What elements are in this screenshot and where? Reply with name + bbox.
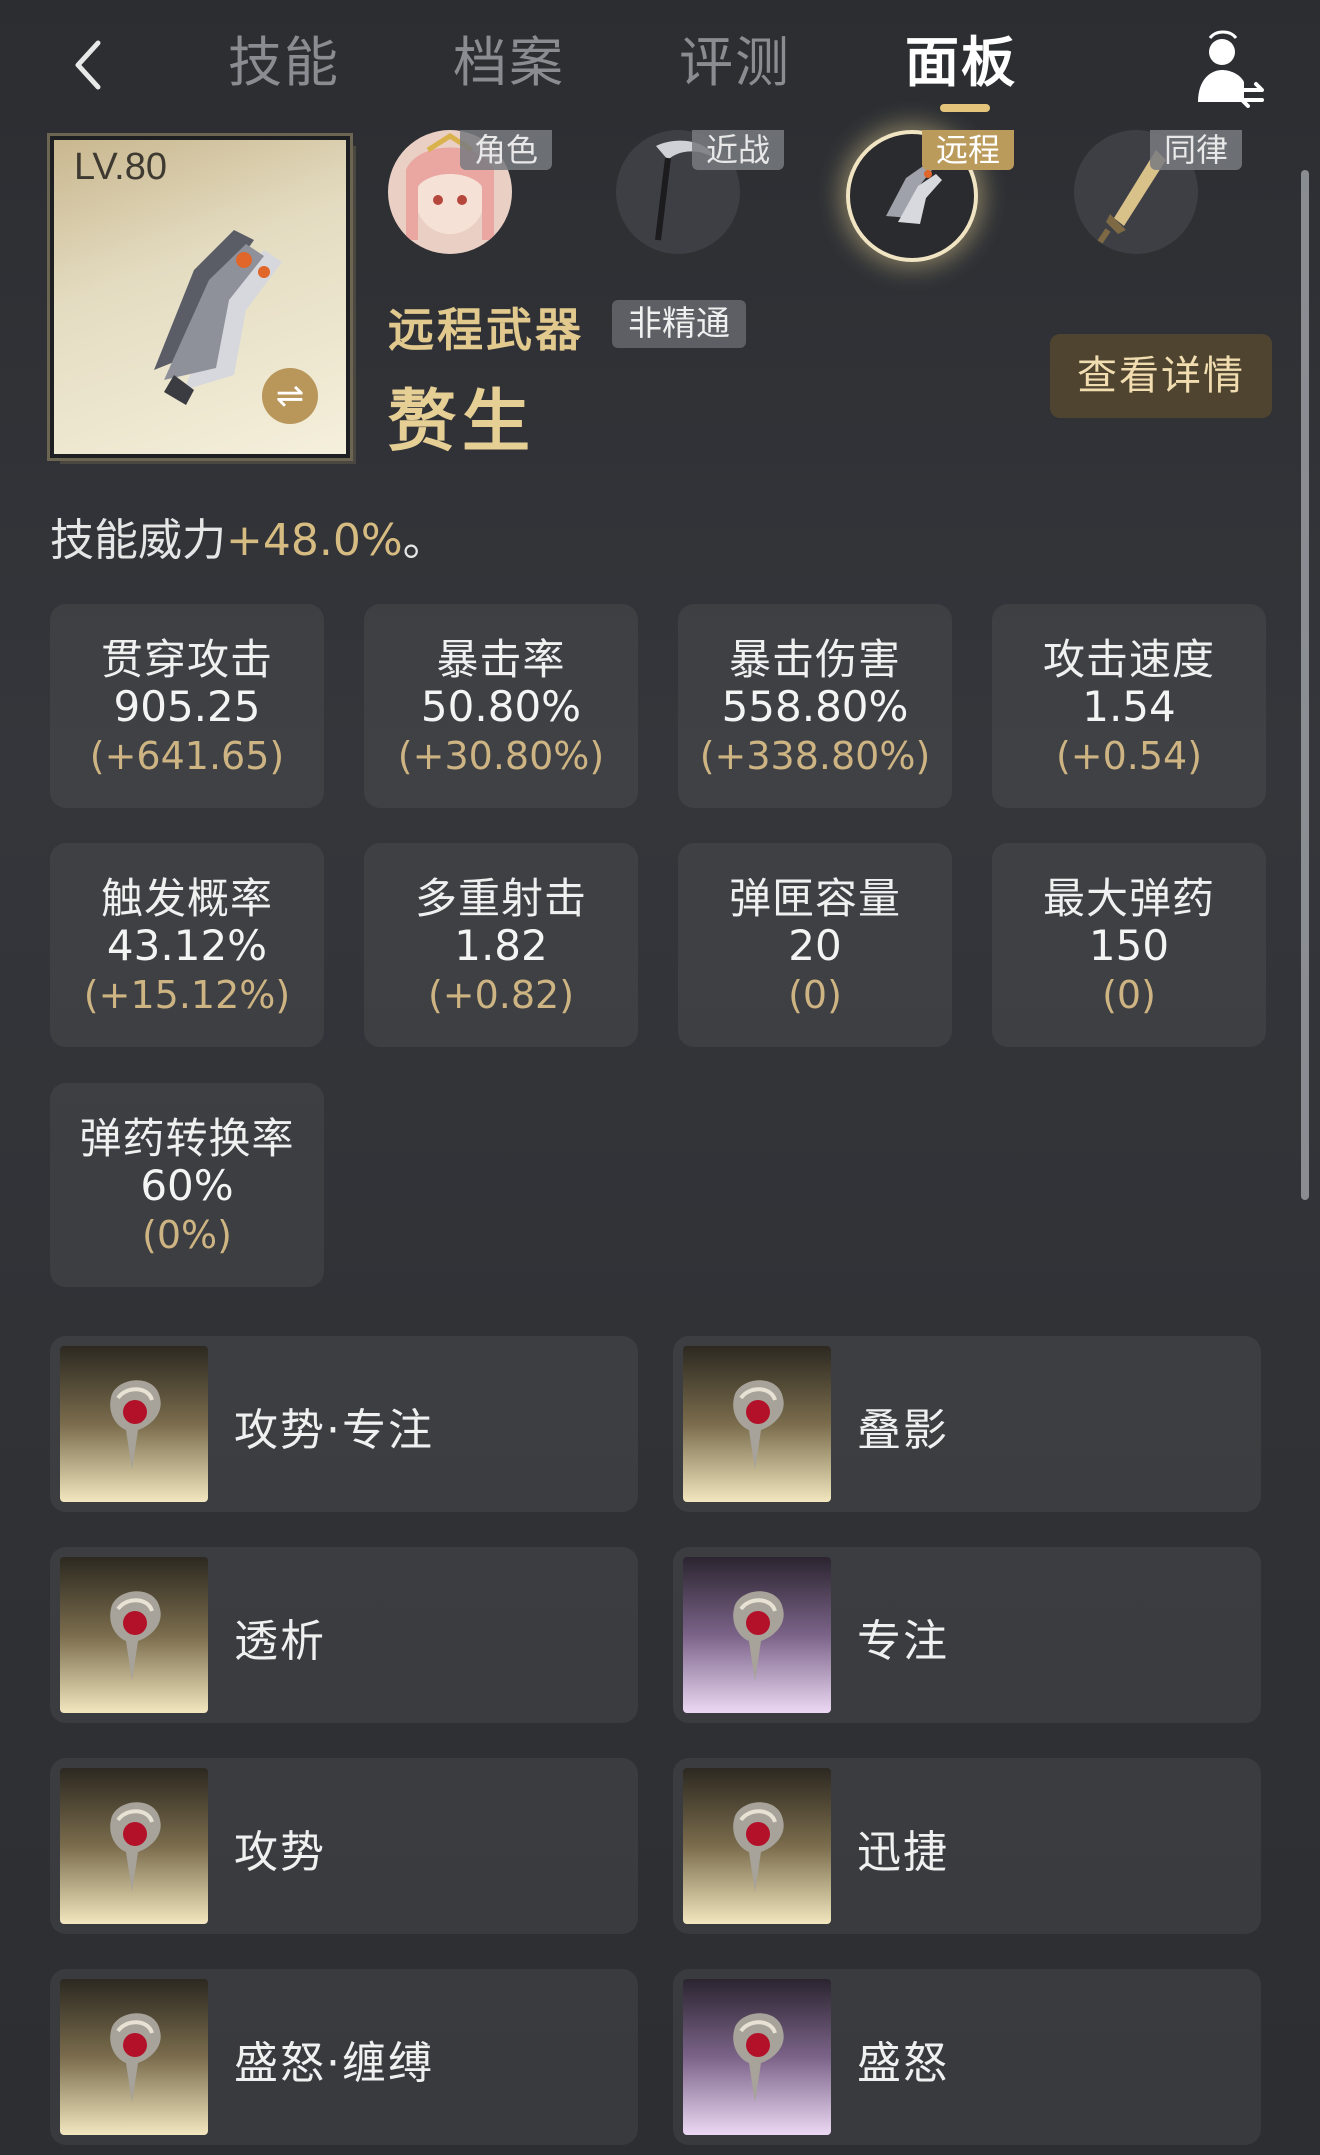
weapon-name: 赘生	[388, 383, 537, 462]
trait-name: 盛怒	[857, 2038, 949, 2089]
red-gem-claw-icon	[110, 1802, 161, 1892]
stat-name: 弹匣容量	[728, 874, 901, 923]
scrollbar[interactable]	[1301, 170, 1309, 1200]
stat-bonus: (+15.12%)	[83, 973, 291, 1017]
stat-name: 暴击伤害	[728, 635, 901, 684]
slot-label-character: 角色	[460, 130, 553, 170]
stat-card: 暴击伤害 558.80% (+338.80%)	[678, 604, 952, 808]
red-gem-claw-icon	[733, 1591, 784, 1681]
stat-value: 558.80%	[721, 682, 909, 731]
stat-card: 多重射击 1.82 (+0.82)	[364, 843, 638, 1047]
red-gem-claw-icon	[733, 1802, 784, 1892]
stat-bonus: (+338.80%)	[699, 734, 931, 778]
weapon-type: 远程武器	[388, 303, 584, 357]
tab-skills[interactable]: 技能	[228, 28, 340, 98]
back-button[interactable]	[58, 30, 118, 100]
stat-name: 攻击速度	[1042, 635, 1215, 684]
tab-review[interactable]: 评测	[679, 28, 791, 98]
red-gem-claw-icon	[733, 2013, 784, 2103]
trait-icon	[683, 1346, 831, 1502]
stat-card: 弹药转换率 60% (0%)	[50, 1083, 324, 1287]
slot-label-melee: 近战	[692, 130, 785, 170]
skill-power-suffix: 。	[402, 515, 447, 566]
stat-card: 攻击速度 1.54 (+0.54)	[992, 604, 1266, 808]
stat-value: 150	[1088, 921, 1170, 970]
stat-bonus: (0%)	[142, 1213, 232, 1257]
stat-card: 弹匣容量 20 (0)	[678, 843, 952, 1047]
trait-card[interactable]: 迅捷	[673, 1758, 1261, 1934]
switch-profile-button[interactable]	[1190, 30, 1270, 110]
trait-icon	[60, 1557, 208, 1713]
weapon-card[interactable]: LV.80 ⇌	[50, 136, 350, 458]
skill-power-label: 技能威力	[50, 515, 226, 566]
trait-name: 迅捷	[857, 1827, 949, 1878]
active-tab-indicator	[940, 104, 990, 112]
stat-name: 最大弹药	[1042, 874, 1215, 923]
trait-icon	[683, 1979, 831, 2135]
weapon-level: LV.80	[74, 146, 167, 188]
stat-bonus: (+641.65)	[89, 734, 285, 778]
stat-card: 触发概率 43.12% (+15.12%)	[50, 843, 324, 1047]
slot-label-resonance: 同律	[1150, 130, 1243, 170]
chevron-left-icon	[75, 40, 101, 90]
user-switch-icon	[1198, 30, 1264, 108]
red-gem-claw-icon	[110, 1380, 161, 1470]
stat-value: 43.12%	[106, 921, 268, 970]
slot-label-ranged: 远程	[922, 130, 1015, 170]
stat-name: 多重射击	[414, 874, 587, 923]
stat-bonus: (+0.82)	[427, 973, 575, 1017]
trait-name: 叠影	[857, 1405, 949, 1456]
trait-name: 盛怒·缠缚	[234, 2038, 434, 2089]
stat-name: 贯穿攻击	[100, 635, 273, 684]
trait-card[interactable]: 叠影	[673, 1336, 1261, 1512]
stat-bonus: (+0.54)	[1055, 734, 1203, 778]
trait-icon	[683, 1768, 831, 1924]
trait-card[interactable]: 专注	[673, 1547, 1261, 1723]
tab-panel[interactable]: 面板	[905, 28, 1017, 98]
stat-bonus: (+30.80%)	[397, 734, 605, 778]
view-details-button[interactable]: 查看详情	[1050, 334, 1272, 418]
trait-card[interactable]: 攻势	[50, 1758, 638, 1934]
trait-card[interactable]: 盛怒·缠缚	[50, 1969, 638, 2145]
trait-name: 透析	[234, 1616, 326, 1667]
stat-bonus: (0)	[788, 973, 842, 1017]
top-nav-bar: 技能 档案 评测 面板	[0, 0, 1320, 132]
trait-card[interactable]: 透析	[50, 1547, 638, 1723]
trait-icon	[60, 1346, 208, 1502]
mastery-badge: 非精通	[612, 300, 746, 348]
trait-name: 攻势	[234, 1827, 326, 1878]
trait-card[interactable]: 攻势·专注	[50, 1336, 638, 1512]
skill-power-value: +48.0%	[226, 515, 403, 566]
red-gem-claw-icon	[110, 1591, 161, 1681]
stat-name: 触发概率	[100, 874, 273, 923]
stat-card: 暴击率 50.80% (+30.80%)	[364, 604, 638, 808]
stat-value: 60%	[140, 1161, 234, 1210]
skill-power-line: 技能威力+48.0%。	[50, 504, 447, 568]
trait-icon	[60, 1768, 208, 1924]
swap-weapon-button[interactable]: ⇌	[262, 368, 318, 424]
red-gem-claw-icon	[733, 1380, 784, 1470]
stat-value: 1.82	[454, 921, 548, 970]
trait-card[interactable]: 盛怒	[673, 1969, 1261, 2145]
stat-value: 1.54	[1082, 682, 1176, 731]
stat-value: 50.80%	[420, 682, 582, 731]
stat-card: 贯穿攻击 905.25 (+641.65)	[50, 604, 324, 808]
stat-value: 905.25	[113, 682, 261, 731]
stat-bonus: (0)	[1102, 973, 1156, 1017]
tab-profile[interactable]: 档案	[453, 28, 565, 98]
stat-value: 20	[788, 921, 842, 970]
trait-icon	[683, 1557, 831, 1713]
trait-name: 专注	[857, 1616, 949, 1667]
stat-card: 最大弹药 150 (0)	[992, 843, 1266, 1047]
stat-name: 暴击率	[436, 635, 566, 684]
trait-icon	[60, 1979, 208, 2135]
stat-name: 弹药转换率	[79, 1114, 295, 1163]
trait-name: 攻势·专注	[234, 1405, 434, 1456]
red-gem-claw-icon	[110, 2013, 161, 2103]
